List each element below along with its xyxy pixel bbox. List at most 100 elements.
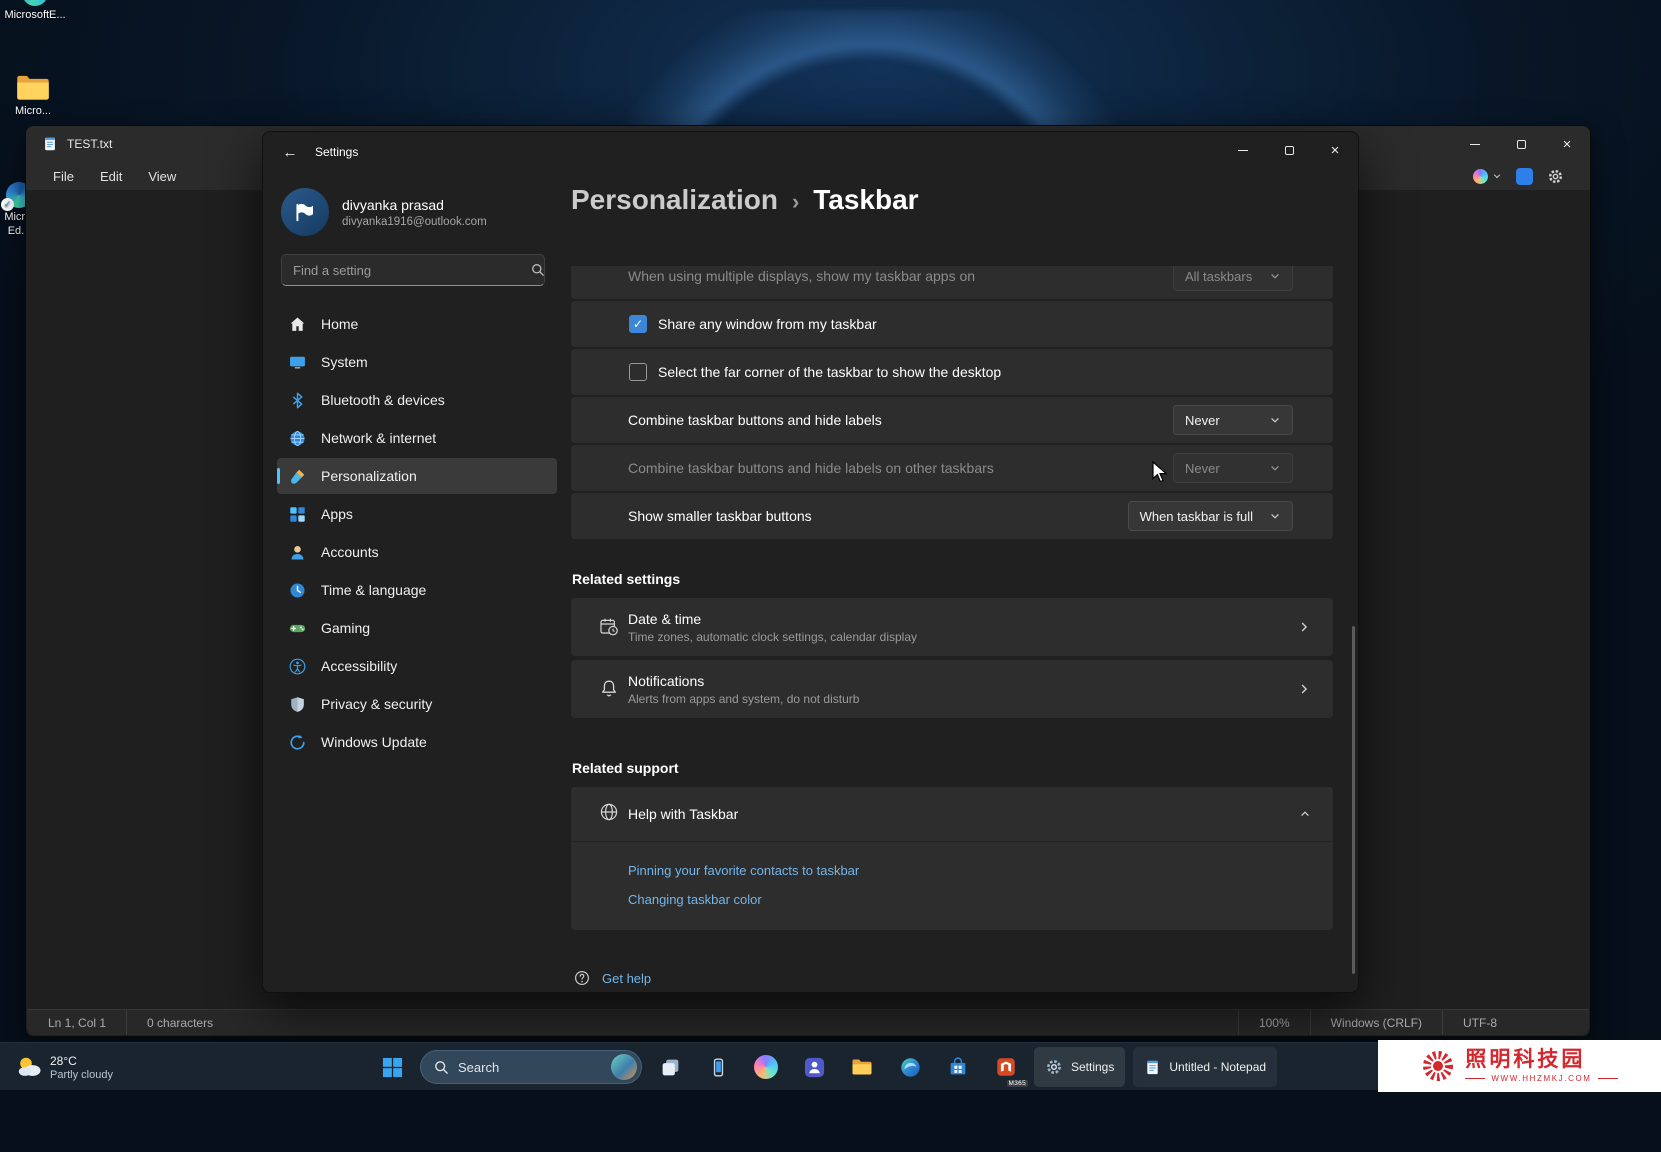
account-email: divyanka1916@outlook.com xyxy=(342,216,487,228)
chevron-down-icon xyxy=(1269,462,1281,474)
settings-window: ← Settings × divyanka prasad divyanka191… xyxy=(262,131,1359,993)
search-input[interactable] xyxy=(281,254,545,286)
shield-icon xyxy=(289,696,306,713)
sidebar-item-gaming[interactable]: Gaming xyxy=(277,610,557,646)
row-combine-buttons[interactable]: Combine taskbar buttons and hide labels … xyxy=(571,397,1333,443)
minimize-button[interactable] xyxy=(1220,132,1266,168)
chevron-down-icon xyxy=(1492,171,1502,181)
breadcrumb-personalization[interactable]: Personalization xyxy=(571,184,778,216)
zoom-level: 100% xyxy=(1238,1010,1310,1035)
sidebar-item-accounts[interactable]: Accounts xyxy=(277,534,557,570)
menu-view[interactable]: View xyxy=(137,166,187,187)
combine-other-dropdown[interactable]: Never xyxy=(1173,453,1293,483)
maximize-button[interactable] xyxy=(1498,126,1544,162)
search-label: Search xyxy=(458,1060,602,1075)
desktop-icon-microsoft-edge-shortcut[interactable]: MicrosoftE... xyxy=(2,0,68,23)
breadcrumb: Personalization › Taskbar xyxy=(571,172,1358,216)
sidebar-item-home[interactable]: Home xyxy=(277,306,557,342)
chevron-down-icon xyxy=(1269,270,1281,282)
sidebar-item-time-language[interactable]: Time & language xyxy=(277,572,557,608)
scrollbar-thumb[interactable] xyxy=(1352,626,1355,974)
date-time-card[interactable]: Date & time Time zones, automatic clock … xyxy=(571,598,1333,656)
character-count: 0 characters xyxy=(126,1010,233,1035)
sidebar-item-windows-update[interactable]: Windows Update xyxy=(277,724,557,760)
menu-file[interactable]: File xyxy=(42,166,85,187)
weather-condition: Partly cloudy xyxy=(50,1069,113,1081)
phone-link-button[interactable] xyxy=(698,1047,738,1087)
home-icon xyxy=(289,316,306,333)
cursor-position: Ln 1, Col 1 xyxy=(27,1010,126,1035)
windows-logo-icon xyxy=(382,1057,403,1078)
search-icon xyxy=(434,1060,449,1075)
settings-gear-icon[interactable] xyxy=(1547,168,1564,185)
notifications-card[interactable]: Notifications Alerts from apps and syste… xyxy=(571,660,1333,718)
help-expander[interactable]: Help with Taskbar xyxy=(571,787,1333,842)
share-window-checkbox[interactable]: ✓ xyxy=(629,315,647,333)
microsoft-365-button[interactable]: M365 xyxy=(986,1047,1026,1087)
combine-buttons-dropdown[interactable]: Never xyxy=(1173,405,1293,435)
row-far-corner[interactable]: Select the far corner of the taskbar to … xyxy=(571,349,1333,395)
edge-button[interactable] xyxy=(890,1047,930,1087)
settings-scroll-area: When using multiple displays, show my ta… xyxy=(571,266,1333,992)
teams-button[interactable] xyxy=(794,1047,834,1087)
far-corner-checkbox[interactable] xyxy=(629,363,647,381)
microsoft-store-button[interactable] xyxy=(938,1047,978,1087)
m365-badge: M365 xyxy=(1007,1080,1028,1087)
notepad-statusbar: Ln 1, Col 1 0 characters 100% Windows (C… xyxy=(27,1009,1589,1035)
menu-edit[interactable]: Edit xyxy=(89,166,133,187)
search-icon xyxy=(531,263,545,282)
row-share-window[interactable]: ✓ Share any window from my taskbar xyxy=(571,301,1333,347)
multiple-displays-dropdown[interactable]: All taskbars xyxy=(1173,266,1293,291)
file-explorer-button[interactable] xyxy=(842,1047,882,1087)
minimize-button[interactable] xyxy=(1452,126,1498,162)
maximize-button[interactable] xyxy=(1266,132,1312,168)
sidebar-item-apps[interactable]: Apps xyxy=(277,496,557,532)
back-button[interactable]: ← xyxy=(277,139,303,165)
start-button[interactable] xyxy=(372,1047,412,1087)
taskbar-search-box[interactable]: Search xyxy=(420,1050,642,1084)
row-combine-other-taskbars[interactable]: Combine taskbar buttons and hide labels … xyxy=(571,445,1333,491)
folder-icon xyxy=(15,72,51,102)
line-ending: Windows (CRLF) xyxy=(1310,1010,1442,1035)
settings-window-controls: × xyxy=(1220,132,1358,168)
get-help-link[interactable]: Get help xyxy=(574,970,1333,986)
copilot-rewrite-button[interactable] xyxy=(1473,169,1502,184)
desktop-icon-folder[interactable]: Micro... xyxy=(0,72,66,119)
notepad-tab[interactable]: TEST.txt xyxy=(42,136,112,152)
encoding: UTF-8 xyxy=(1442,1010,1517,1035)
gamepad-icon xyxy=(289,620,306,637)
notepad-icon xyxy=(1144,1059,1161,1076)
row-multiple-displays[interactable]: When using multiple displays, show my ta… xyxy=(571,266,1333,299)
close-button[interactable]: × xyxy=(1312,132,1358,168)
weather-icon xyxy=(16,1054,42,1080)
help-link-pin-contacts[interactable]: Pinning your favorite contacts to taskba… xyxy=(628,863,1333,878)
smaller-buttons-dropdown[interactable]: When taskbar is full xyxy=(1128,501,1293,531)
sidebar-item-privacy-security[interactable]: Privacy & security xyxy=(277,686,557,722)
copilot-button[interactable] xyxy=(746,1047,786,1087)
sidebar-item-personalization[interactable]: Personalization xyxy=(277,458,557,494)
notepad-toolbar-right xyxy=(1473,162,1564,190)
page-footer-links: Get help Give feedback xyxy=(571,970,1333,992)
notepad-icon xyxy=(42,136,58,152)
close-button[interactable]: × xyxy=(1544,126,1590,162)
copilot-icon xyxy=(754,1055,778,1079)
help-globe-icon xyxy=(599,802,619,827)
account-profile[interactable]: divyanka prasad divyanka1916@outlook.com xyxy=(263,172,571,252)
selected-indicator xyxy=(277,468,280,484)
account-name: divyanka prasad xyxy=(342,197,487,213)
settings-task-button[interactable]: Settings xyxy=(1034,1047,1125,1087)
sign-in-icon[interactable] xyxy=(1516,168,1533,185)
row-smaller-buttons[interactable]: Show smaller taskbar buttons When taskba… xyxy=(571,493,1333,539)
task-view-button[interactable] xyxy=(650,1047,690,1087)
notepad-title: TEST.txt xyxy=(67,137,112,151)
settings-sidebar: divyanka prasad divyanka1916@outlook.com… xyxy=(263,172,571,992)
help-with-taskbar-card: Help with Taskbar Pinning your favorite … xyxy=(571,787,1333,930)
teams-icon xyxy=(803,1056,826,1079)
help-link-taskbar-color[interactable]: Changing taskbar color xyxy=(628,892,1333,907)
sidebar-item-network-internet[interactable]: Network & internet xyxy=(277,420,557,456)
notepad-task-button[interactable]: Untitled - Notepad xyxy=(1133,1047,1277,1087)
sidebar-item-system[interactable]: System xyxy=(277,344,557,380)
sidebar-item-bluetooth-devices[interactable]: Bluetooth & devices xyxy=(277,382,557,418)
widgets-weather-button[interactable]: 28°C Partly cloudy xyxy=(6,1043,123,1091)
sidebar-item-accessibility[interactable]: Accessibility xyxy=(277,648,557,684)
